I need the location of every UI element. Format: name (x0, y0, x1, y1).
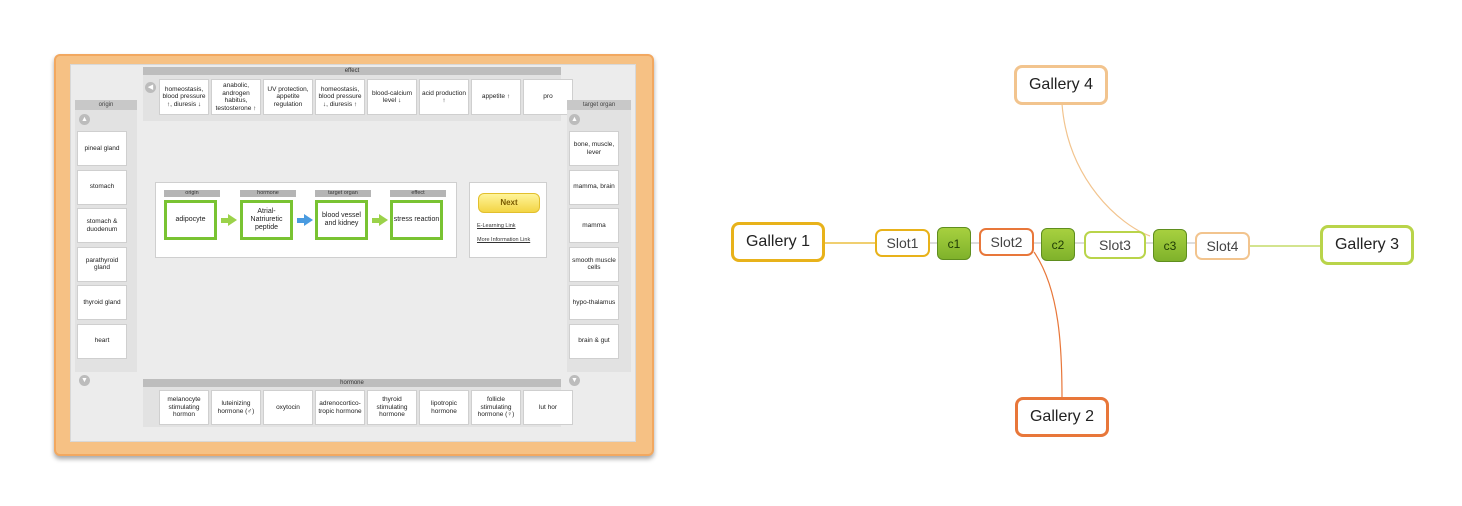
gallery-4-node[interactable]: Gallery 4 (1014, 65, 1108, 105)
connector-c3-node[interactable]: c3 (1153, 229, 1187, 262)
gallery-1-node[interactable]: Gallery 1 (731, 222, 825, 262)
gallery-2-node[interactable]: Gallery 2 (1015, 397, 1109, 437)
connector-c2-node[interactable]: c2 (1041, 228, 1075, 261)
slot-1-node[interactable]: Slot1 (875, 229, 930, 257)
gallery-3-node[interactable]: Gallery 3 (1320, 225, 1414, 265)
line-gallery4-slot3 (1061, 103, 1151, 237)
connector-c1-node[interactable]: c1 (937, 227, 971, 260)
slot-3-node[interactable]: Slot3 (1084, 231, 1146, 259)
slot-2-node[interactable]: Slot2 (979, 228, 1034, 256)
line-slot2-gallery2 (1033, 251, 1063, 399)
slot-4-node[interactable]: Slot4 (1195, 232, 1250, 260)
